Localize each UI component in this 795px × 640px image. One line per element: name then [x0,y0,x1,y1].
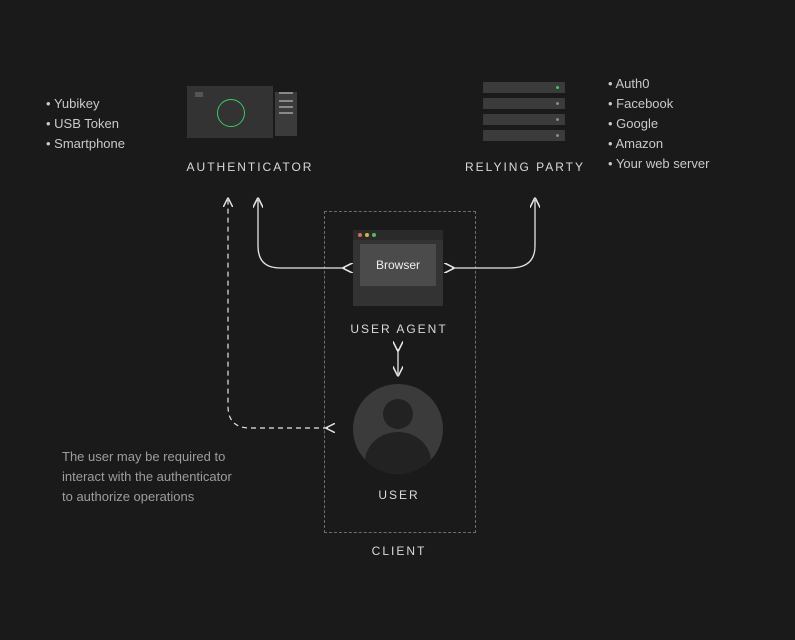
server-icon [483,82,565,144]
authenticator-icon [187,86,297,142]
user-label: USER [324,488,474,502]
list-item: Auth0 [608,74,709,94]
list-item: Amazon [608,134,709,154]
list-item: Your web server [608,154,709,174]
user-agent-label: USER AGENT [324,322,474,336]
relying-party-label: RELYING PARTY [440,160,610,174]
list-item: Google [608,114,709,134]
list-item: Yubikey [46,94,125,114]
authenticator-examples: Yubikey USB Token Smartphone [46,94,125,154]
list-item: USB Token [46,114,125,134]
list-item: Smartphone [46,134,125,154]
diagram-stage: Yubikey USB Token Smartphone AUTHENTICAT… [0,0,795,640]
authorization-note: The user may be required to interact wit… [62,447,232,507]
browser-label: Browser [360,244,436,286]
user-avatar-icon [353,384,443,474]
client-label: CLIENT [324,544,474,558]
relying-party-examples: Auth0 Facebook Google Amazon Your web se… [608,74,709,174]
device-icon [187,86,273,138]
browser-window-icon: Browser [353,230,443,306]
authenticator-label: AUTHENTICATOR [150,160,350,174]
document-icon [275,92,297,136]
list-item: Facebook [608,94,709,114]
